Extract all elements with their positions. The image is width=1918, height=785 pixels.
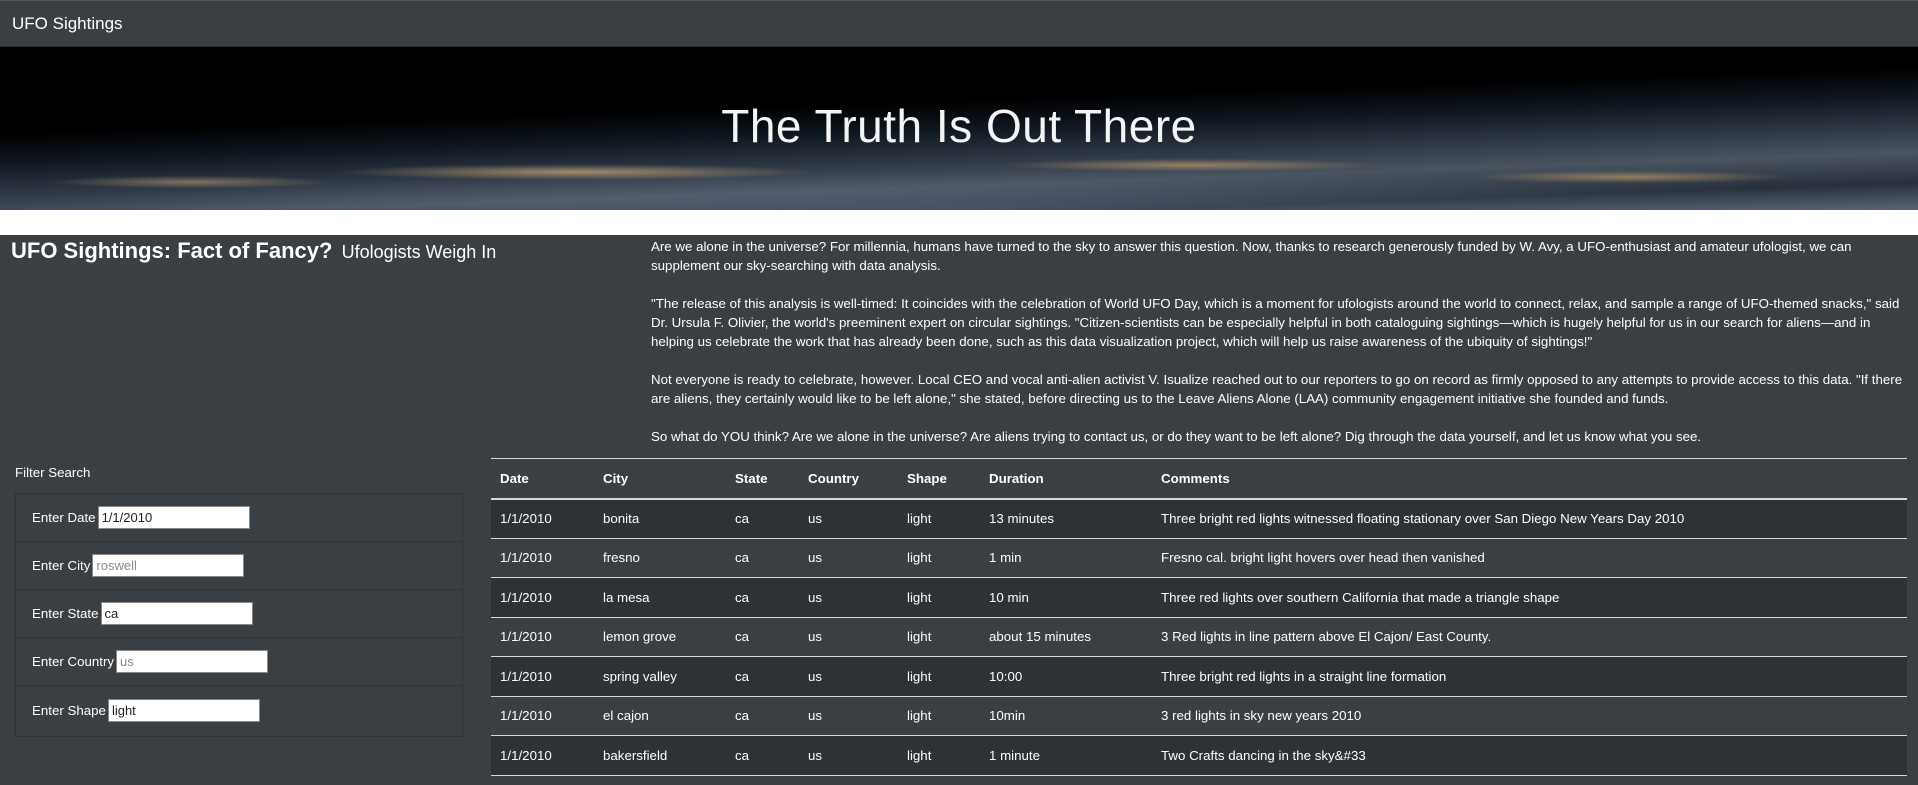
date-filter-label: Enter Date [32, 510, 96, 525]
table-row: 1/1/2010 fresno ca us light 1 min Fresno… [491, 538, 1907, 578]
date-filter-input[interactable] [97, 506, 250, 529]
column-header-duration: Duration [980, 458, 1152, 500]
filter-item-date: Enter Date [16, 494, 462, 542]
table-header-row: Date City State Country Shape Duration C… [491, 458, 1907, 500]
cell-comments: Three bright red lights in a straight li… [1152, 656, 1907, 697]
cell-shape: light [898, 498, 980, 539]
cell-comments: 3 red lights in sky new years 2010 [1152, 696, 1907, 736]
column-header-date: Date [491, 458, 594, 500]
cell-shape: light [898, 617, 980, 657]
cell-state: ca [726, 498, 799, 539]
table-row: 1/1/2010 bakersfield ca us light 1 minut… [491, 735, 1907, 776]
hero-title: The Truth Is Out There [721, 100, 1197, 152]
cell-country: us [799, 656, 898, 697]
shape-filter-input[interactable] [107, 698, 260, 722]
cell-city: el cajon [594, 696, 726, 736]
cell-shape: light [898, 538, 980, 578]
cell-city: fresno [594, 538, 726, 578]
cell-duration: 10min [980, 696, 1152, 736]
column-header-city: City [594, 458, 726, 500]
cell-country: us [799, 538, 898, 578]
cell-state: ca [726, 617, 799, 657]
cell-state: ca [726, 696, 799, 736]
cell-city: lemon grove [594, 617, 726, 657]
cell-duration: 10 min [980, 577, 1152, 618]
article-body: Are we alone in the universe? For millen… [651, 237, 1913, 465]
cell-duration: 1 minute [980, 735, 1152, 776]
filter-search-title: Filter Search [15, 465, 91, 480]
cell-state: ca [726, 538, 799, 578]
page-subheading: Ufologists Weigh In [341, 242, 497, 262]
table-row: 1/1/2010 bonita ca us light 13 minutes T… [491, 498, 1907, 539]
cell-date: 1/1/2010 [491, 656, 594, 697]
article-paragraph: Not everyone is ready to celebrate, howe… [651, 372, 1903, 406]
cell-city: la mesa [594, 577, 726, 618]
cell-comments: 3 Red lights in line pattern above El Ca… [1152, 617, 1907, 657]
cell-state: ca [726, 735, 799, 776]
cell-duration: 10:00 [980, 656, 1152, 697]
table-row: 1/1/2010 spring valley ca us light 10:00… [491, 656, 1907, 697]
column-header-country: Country [799, 458, 898, 500]
cell-date: 1/1/2010 [491, 577, 594, 618]
article-paragraph: Are we alone in the universe? For millen… [651, 239, 1852, 273]
filter-item-city: Enter City [16, 542, 462, 590]
cell-duration: about 15 minutes [980, 617, 1152, 657]
cell-shape: light [898, 735, 980, 776]
page-heading-title: UFO Sightings: Fact of Fancy? [11, 238, 333, 263]
cell-shape: light [898, 696, 980, 736]
cell-date: 1/1/2010 [491, 538, 594, 578]
cell-country: us [799, 498, 898, 539]
cell-comments: Three red lights over southern Californi… [1152, 577, 1907, 618]
cell-duration: 1 min [980, 538, 1152, 578]
hero-banner: The Truth Is Out There [0, 47, 1918, 210]
state-filter-label: Enter State [32, 606, 99, 621]
article-paragraph: So what do YOU think? Are we alone in th… [651, 429, 1702, 444]
city-filter-input[interactable] [92, 554, 245, 577]
cell-shape: light [898, 577, 980, 618]
cell-city: bakersfield [594, 735, 726, 776]
article-paragraph: "The release of this analysis is well-ti… [651, 296, 1900, 349]
navbar: UFO Sightings [0, 0, 1918, 47]
cell-country: us [799, 577, 898, 618]
sightings-table-container: Date City State Country Shape Duration C… [491, 458, 1907, 776]
cell-duration: 13 minutes [980, 498, 1152, 539]
state-filter-input[interactable] [100, 602, 253, 625]
filter-item-state: Enter State [16, 590, 462, 638]
table-row: 1/1/2010 lemon grove ca us light about 1… [491, 617, 1907, 657]
sightings-table: Date City State Country Shape Duration C… [491, 458, 1907, 776]
column-header-state: State [726, 458, 799, 500]
cell-state: ca [726, 577, 799, 618]
cell-city: bonita [594, 498, 726, 539]
column-header-comments: Comments [1152, 458, 1907, 500]
cell-comments: Two Crafts dancing in the sky&#33 [1152, 735, 1907, 776]
filter-item-country: Enter Country [16, 638, 462, 686]
table-row: 1/1/2010 el cajon ca us light 10min 3 re… [491, 696, 1907, 736]
cell-comments: Three bright red lights witnessed floati… [1152, 498, 1907, 539]
country-filter-input[interactable] [116, 650, 269, 673]
table-row: 1/1/2010 la mesa ca us light 10 min Thre… [491, 577, 1907, 618]
column-header-shape: Shape [898, 458, 980, 500]
cell-shape: light [898, 656, 980, 697]
filter-panel: Enter Date Enter City Enter State Enter … [15, 493, 463, 737]
cell-date: 1/1/2010 [491, 617, 594, 657]
cell-date: 1/1/2010 [491, 498, 594, 539]
cell-date: 1/1/2010 [491, 696, 594, 736]
shape-filter-label: Enter Shape [32, 702, 106, 718]
cell-country: us [799, 735, 898, 776]
cell-date: 1/1/2010 [491, 735, 594, 776]
cell-comments: Fresno cal. bright light hovers over hea… [1152, 538, 1907, 578]
city-filter-label: Enter City [32, 558, 91, 573]
country-filter-label: Enter Country [32, 654, 115, 669]
banner-divider [0, 210, 1918, 235]
cell-city: spring valley [594, 656, 726, 697]
navbar-brand-link[interactable]: UFO Sightings [12, 14, 123, 34]
page-heading: UFO Sightings: Fact of Fancy? Ufologists… [11, 238, 496, 264]
cell-state: ca [726, 656, 799, 697]
filter-item-shape: Enter Shape [16, 686, 462, 734]
cell-country: us [799, 696, 898, 736]
cell-country: us [799, 617, 898, 657]
